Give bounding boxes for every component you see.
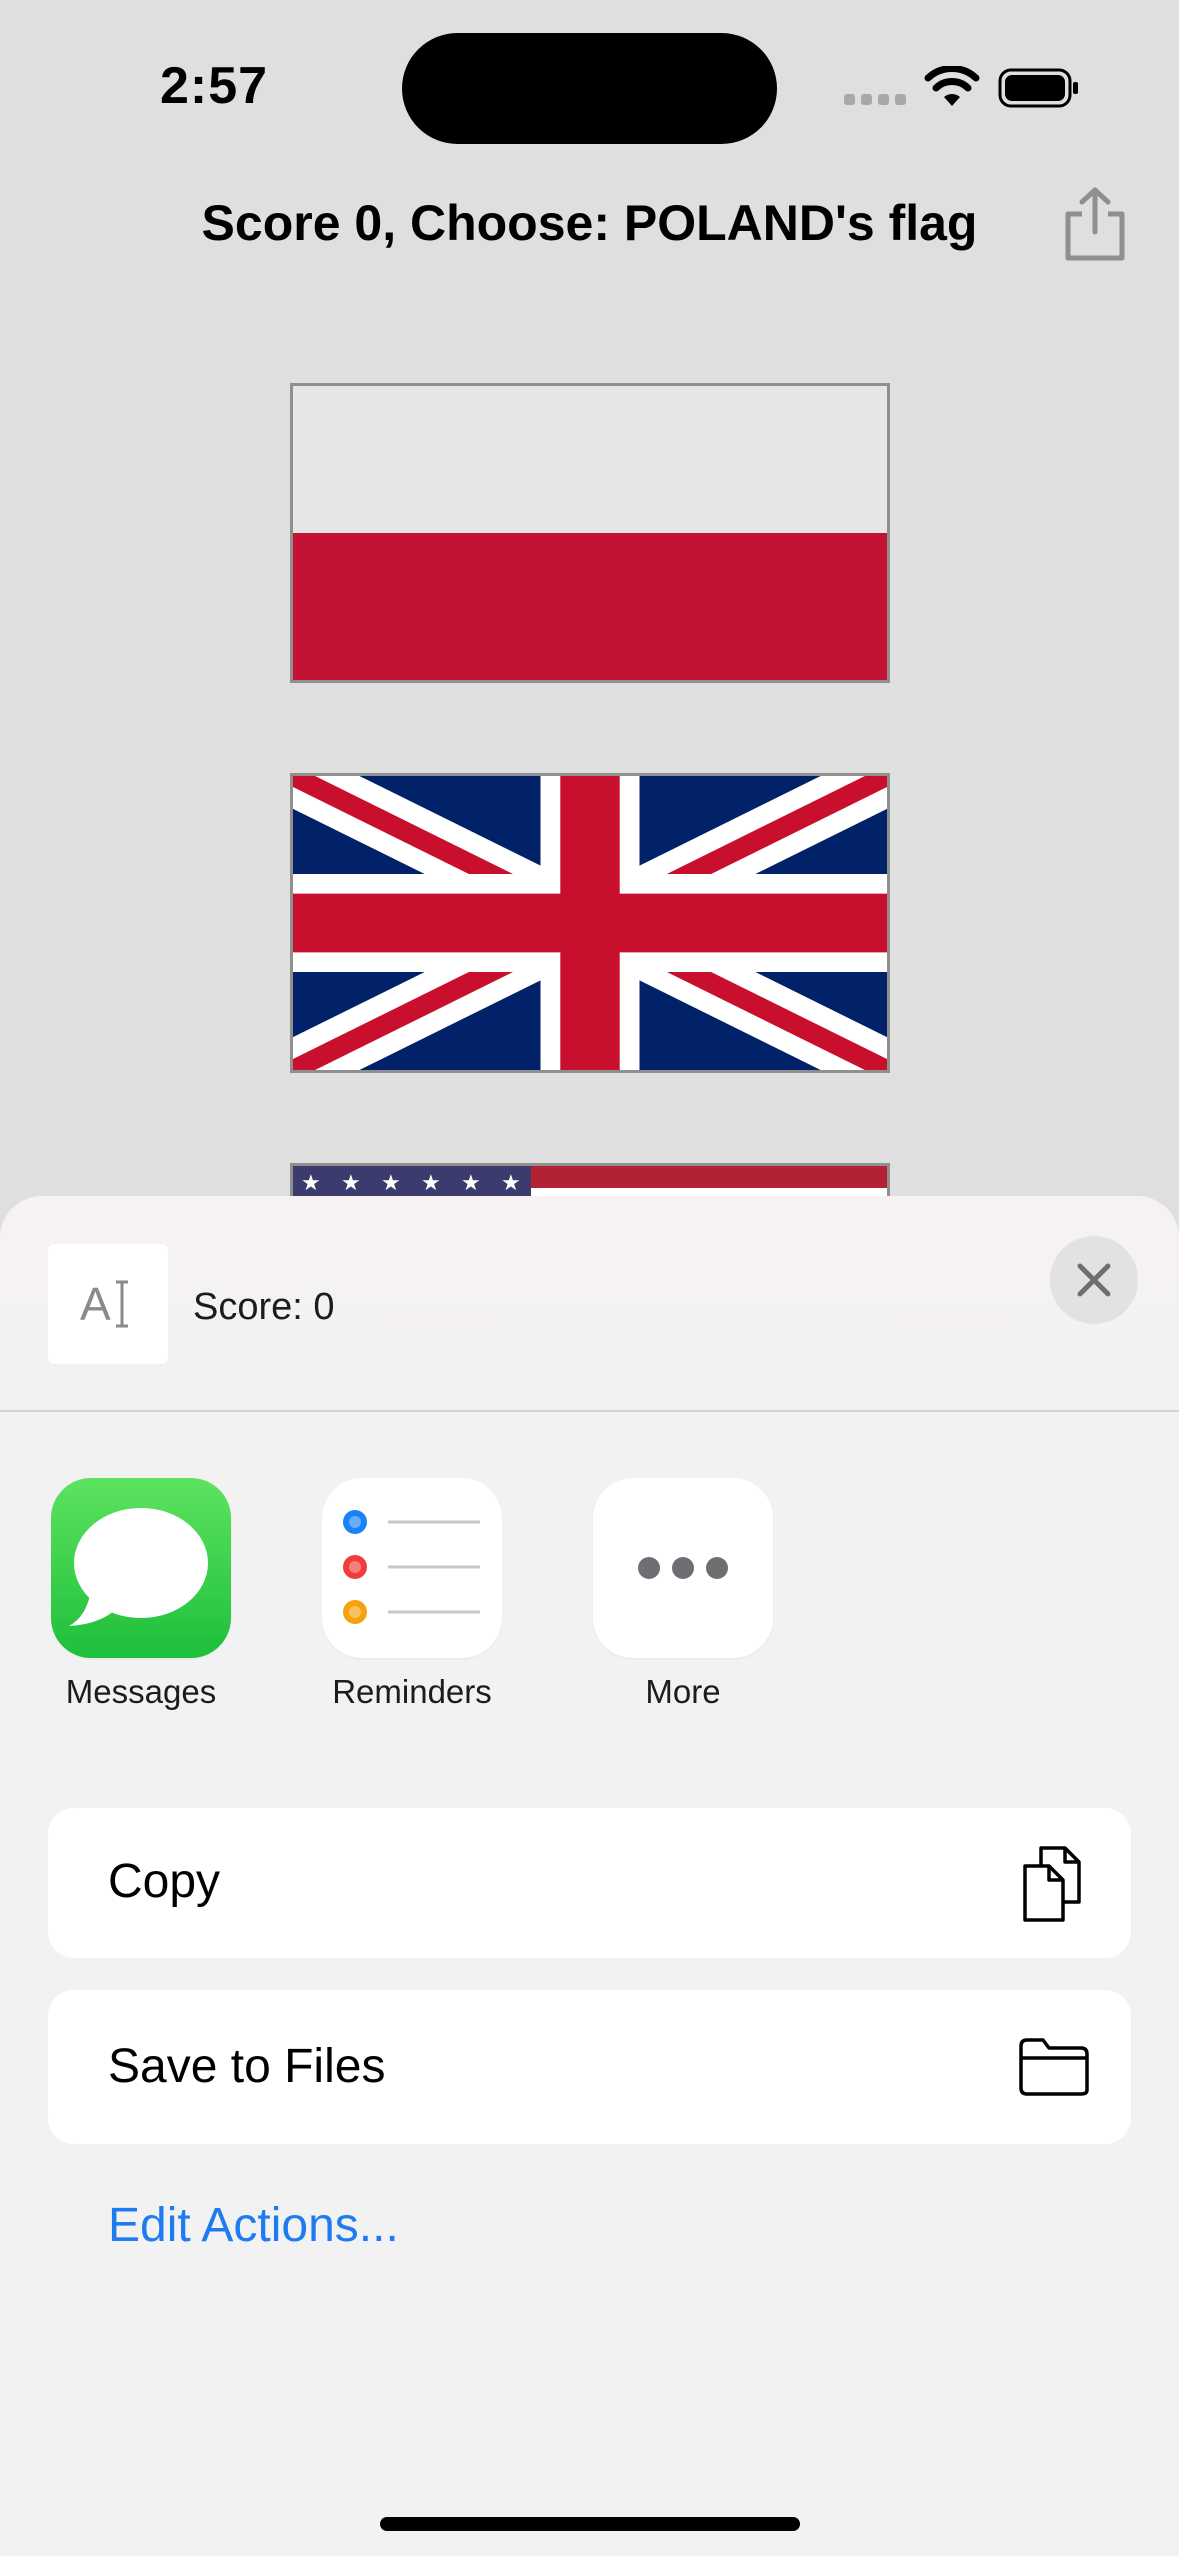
share-sheet-header: A Score: 0	[0, 1196, 1179, 1412]
copy-action-label: Copy	[108, 1855, 221, 1908]
svg-text:★: ★	[421, 1171, 441, 1196]
nav-title: Score 0, Choose: POLAND's flag	[201, 195, 978, 251]
svg-text:★: ★	[301, 1171, 321, 1196]
preview-title: Score: 0	[193, 1286, 335, 1328]
folder-icon	[1019, 2038, 1089, 2096]
share-sheet: A Score: 0 Messages Reminders More Copy …	[0, 1196, 1179, 2556]
dynamic-island	[402, 33, 777, 144]
close-button[interactable]	[1050, 1236, 1138, 1324]
flag-button-poland[interactable]	[290, 383, 890, 683]
reminders-app-tile[interactable]	[322, 1478, 502, 1658]
svg-text:★: ★	[461, 1171, 481, 1196]
svg-text:★: ★	[341, 1171, 361, 1196]
app-label-messages: Messages	[65, 1673, 217, 1710]
more-icon	[638, 1557, 728, 1579]
messages-icon	[69, 1508, 208, 1626]
home-indicator	[380, 2517, 800, 2531]
svg-text:A: A	[80, 1278, 111, 1330]
edit-actions-link[interactable]: Edit Actions...	[108, 2198, 399, 2253]
svg-text:★: ★	[501, 1171, 521, 1196]
more-app-tile[interactable]	[593, 1478, 773, 1658]
messages-app-tile[interactable]	[51, 1478, 231, 1658]
app-label-more: More	[645, 1673, 721, 1710]
status-time: 2:57	[160, 57, 269, 115]
copy-action[interactable]: Copy	[48, 1808, 1131, 1958]
uk-flag	[293, 776, 887, 1070]
save-to-files-action[interactable]: Save to Files	[48, 1990, 1131, 2144]
share-icon[interactable]	[1060, 186, 1130, 262]
preview-thumbnail: A	[48, 1244, 168, 1364]
close-icon	[1077, 1263, 1111, 1297]
cellular-signal-icon	[844, 94, 906, 106]
reminders-icon	[343, 1510, 480, 1624]
text-document-icon: A	[80, 1278, 128, 1330]
battery-icon	[998, 68, 1078, 108]
wifi-icon	[924, 66, 980, 106]
app-label-reminders: Reminders	[332, 1673, 492, 1710]
svg-text:★: ★	[381, 1171, 401, 1196]
poland-flag	[293, 386, 887, 680]
save-to-files-label: Save to Files	[108, 2040, 386, 2093]
copy-icon	[1023, 1846, 1081, 1922]
flag-button-uk[interactable]	[290, 773, 890, 1073]
